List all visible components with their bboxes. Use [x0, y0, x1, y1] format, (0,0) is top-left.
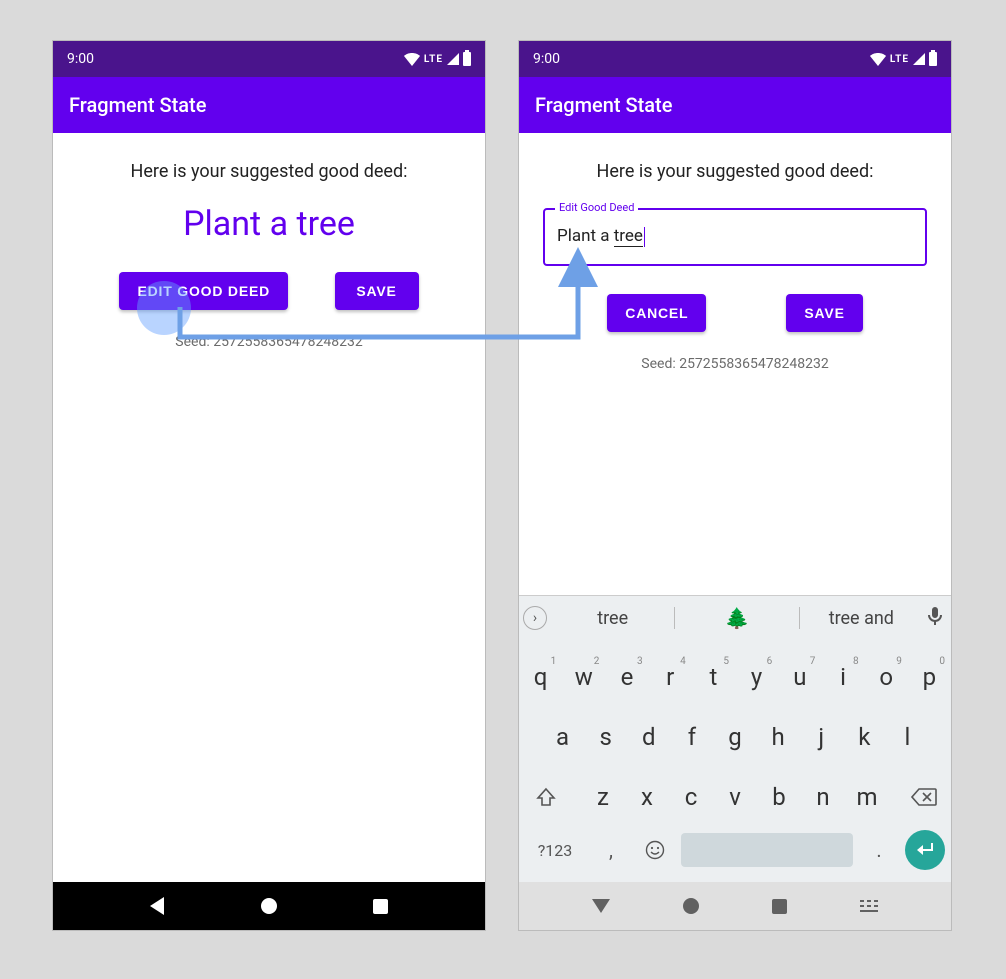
nav-back-button[interactable] [592, 899, 610, 913]
status-time: 9:00 [533, 51, 560, 67]
app-bar: Fragment State [519, 77, 951, 133]
key-i[interactable]: i8 [823, 654, 862, 700]
status-time: 9:00 [67, 51, 94, 67]
key-q[interactable]: q1 [521, 654, 560, 700]
symbols-key[interactable]: ?123 [525, 830, 585, 870]
key-e[interactable]: e3 [607, 654, 646, 700]
key-d[interactable]: d [629, 714, 668, 760]
key-z[interactable]: z [583, 774, 623, 820]
tap-indicator [137, 281, 191, 335]
enter-key[interactable] [905, 830, 945, 870]
key-k[interactable]: k [845, 714, 884, 760]
suggestion-1[interactable]: tree [551, 608, 674, 629]
shift-key[interactable] [521, 774, 571, 820]
key-v[interactable]: v [715, 774, 755, 820]
edit-good-deed-field[interactable]: Edit Good Deed Plant a tree [543, 208, 927, 266]
key-row-4: ?123 , . [519, 820, 951, 882]
nav-home-button[interactable] [683, 898, 699, 914]
key-f[interactable]: f [672, 714, 711, 760]
field-value[interactable]: Plant a tree [557, 226, 645, 247]
comma-key[interactable]: , [593, 830, 629, 870]
lte-label: LTE [424, 54, 443, 65]
field-label: Edit Good Deed [555, 201, 638, 214]
key-row-2: asdfghjkl [519, 700, 951, 760]
period-key[interactable]: . [861, 830, 897, 870]
nav-recent-button[interactable] [772, 899, 787, 914]
status-bar: 9:00 LTE [519, 41, 951, 77]
status-bar: 9:00 LTE [53, 41, 485, 77]
phone-screen-edit: 9:00 LTE Fragment State Here is your sug… [518, 40, 952, 931]
cancel-button[interactable]: CANCEL [607, 294, 706, 332]
button-row: EDIT GOOD DEED SAVE [53, 272, 485, 310]
key-p[interactable]: p0 [910, 654, 949, 700]
key-row-3: zxcvbnm [519, 760, 951, 820]
key-y[interactable]: y6 [737, 654, 776, 700]
key-u[interactable]: u7 [780, 654, 819, 700]
key-h[interactable]: h [759, 714, 798, 760]
key-n[interactable]: n [803, 774, 843, 820]
key-c[interactable]: c [671, 774, 711, 820]
wifi-icon [870, 52, 886, 66]
nav-back-button[interactable] [150, 897, 164, 915]
nav-recent-button[interactable] [373, 899, 388, 914]
wifi-icon [404, 52, 420, 66]
button-row: CANCEL SAVE [519, 294, 951, 332]
status-icons: LTE [404, 52, 471, 66]
content-display: Here is your suggested good deed: Plant … [53, 161, 485, 910]
key-g[interactable]: g [715, 714, 754, 760]
app-title: Fragment State [535, 93, 672, 117]
nav-bar [53, 882, 485, 930]
hide-keyboard-button[interactable] [860, 900, 878, 912]
key-row-1: q1w2e3r4t5y6u7i8o9p0 [519, 640, 951, 700]
key-j[interactable]: j [802, 714, 841, 760]
save-button[interactable]: SAVE [786, 294, 862, 332]
signal-icon [913, 53, 925, 65]
key-a[interactable]: a [543, 714, 582, 760]
battery-icon [929, 52, 937, 66]
prompt-text: Here is your suggested good deed: [53, 161, 485, 182]
signal-icon [447, 53, 459, 65]
status-icons: LTE [870, 52, 937, 66]
nav-home-button[interactable] [261, 898, 277, 914]
key-m[interactable]: m [847, 774, 887, 820]
key-b[interactable]: b [759, 774, 799, 820]
seed-text: Seed: 2572558365478248232 [519, 356, 951, 372]
app-bar: Fragment State [53, 77, 485, 133]
save-button[interactable]: SAVE [335, 272, 419, 310]
key-x[interactable]: x [627, 774, 667, 820]
emoji-key[interactable] [637, 830, 673, 870]
app-title: Fragment State [69, 93, 206, 117]
key-o[interactable]: o9 [867, 654, 906, 700]
suggestion-3[interactable]: tree and [800, 608, 923, 629]
phone-screen-display: 9:00 LTE Fragment State Here is your sug… [52, 40, 486, 931]
battery-icon [463, 52, 471, 66]
expand-suggestions-button[interactable]: › [523, 606, 547, 630]
backspace-key[interactable] [899, 774, 949, 820]
mic-icon[interactable] [923, 607, 947, 630]
prompt-text: Here is your suggested good deed: [519, 161, 951, 182]
key-t[interactable]: t5 [694, 654, 733, 700]
suggestion-2[interactable]: 🌲 [675, 606, 798, 630]
seed-text: Seed: 2572558365478248232 [53, 334, 485, 350]
key-r[interactable]: r4 [651, 654, 690, 700]
soft-keyboard[interactable]: › tree 🌲 tree and q1w2e3r4t5y6u7i8o9p0 a… [519, 595, 951, 882]
good-deed-text: Plant a tree [53, 204, 485, 244]
caret-icon [644, 227, 645, 247]
lte-label: LTE [890, 54, 909, 65]
space-key[interactable] [681, 833, 853, 867]
key-w[interactable]: w2 [564, 654, 603, 700]
nav-bar [519, 882, 951, 930]
suggestion-row: › tree 🌲 tree and [519, 596, 951, 640]
key-s[interactable]: s [586, 714, 625, 760]
key-l[interactable]: l [888, 714, 927, 760]
